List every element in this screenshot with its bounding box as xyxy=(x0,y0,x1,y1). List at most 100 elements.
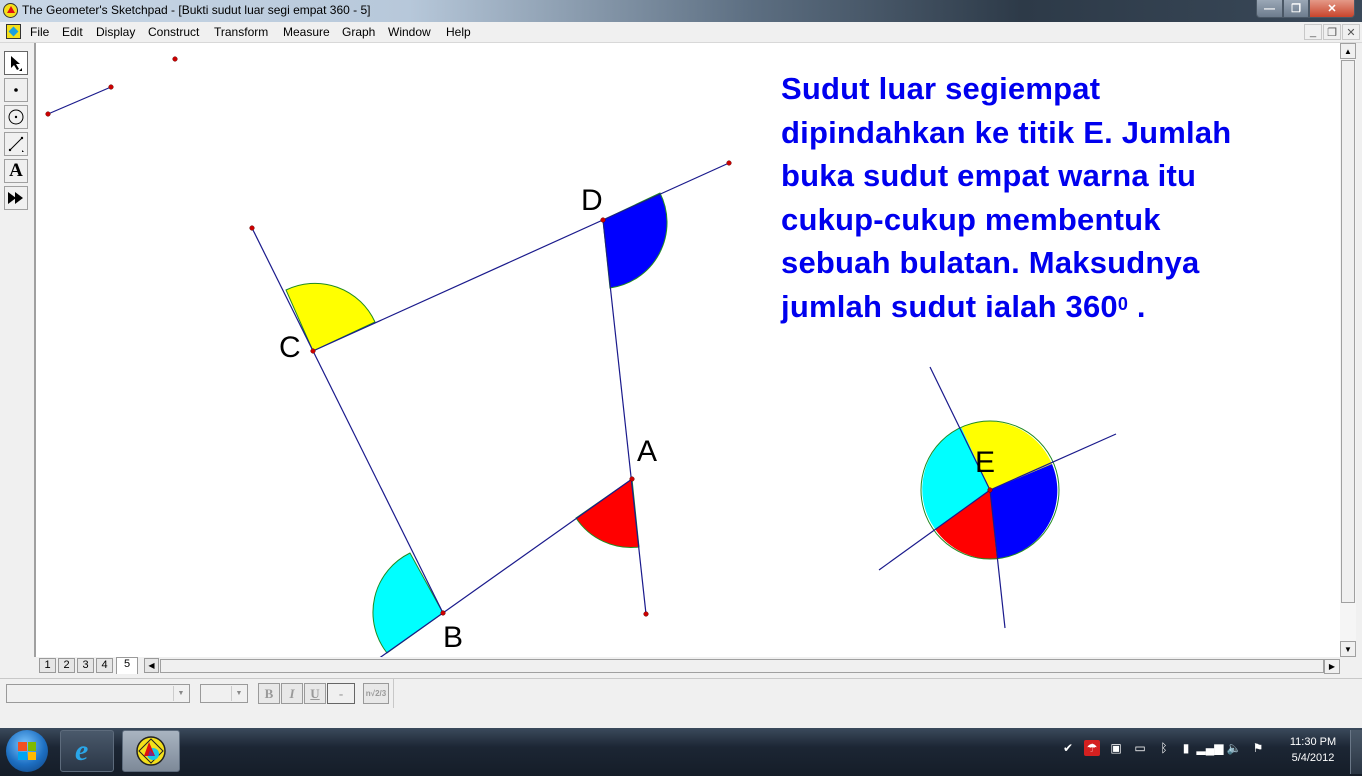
free-point[interactable] xyxy=(108,84,114,90)
straightedge-tool[interactable] xyxy=(4,132,28,156)
underline-button[interactable]: U xyxy=(304,683,326,704)
degree-superscript: 0 xyxy=(1117,293,1129,314)
italic-button[interactable]: I xyxy=(281,683,303,704)
point-d[interactable] xyxy=(600,217,606,223)
page-tab-4[interactable]: 4 xyxy=(96,658,113,673)
compass-tool[interactable] xyxy=(4,105,28,129)
antivirus-icon[interactable]: ☂ xyxy=(1084,740,1100,756)
font-select[interactable]: ▼ xyxy=(6,684,190,703)
custom-tool[interactable] xyxy=(4,186,28,210)
volume-icon[interactable]: 🔈 xyxy=(1226,740,1242,756)
label-d[interactable]: D xyxy=(581,186,603,216)
arrow-up-icon: ▲ xyxy=(1344,46,1352,56)
bold-button[interactable]: B xyxy=(258,683,280,704)
scroll-right-button[interactable]: ▶ xyxy=(1324,659,1340,674)
status-bar xyxy=(0,708,1362,728)
close-icon: ✕ xyxy=(1327,3,1337,15)
horizontal-scrollbar[interactable] xyxy=(160,659,1324,673)
document-icon[interactable] xyxy=(6,24,21,39)
free-point[interactable] xyxy=(172,56,178,62)
text-tool[interactable]: A xyxy=(4,159,28,183)
show-desktop-button[interactable] xyxy=(1350,730,1362,774)
system-clock[interactable]: 11:30 PM 5/4/2012 xyxy=(1283,734,1343,766)
page-tab-1[interactable]: 1 xyxy=(39,658,56,673)
action-center-flag-icon[interactable]: ⚑ xyxy=(1250,740,1266,756)
free-segment[interactable] xyxy=(47,86,112,115)
math-format-button[interactable]: n√2/3 xyxy=(363,683,389,704)
power-icon[interactable]: ▮ xyxy=(1178,740,1194,756)
scroll-left-button[interactable]: ◀ xyxy=(144,658,159,673)
ray-endpoint[interactable] xyxy=(726,160,732,166)
caption-line: Sudut luar segiempat xyxy=(781,71,1101,106)
caption-text[interactable]: Sudut luar segiempat dipindahkan ke titi… xyxy=(781,67,1321,328)
page-tab-2[interactable]: 2 xyxy=(58,658,75,673)
close-icon: ✕ xyxy=(1346,26,1356,39)
menu-edit[interactable]: Edit xyxy=(62,25,83,39)
sketchpad-app-icon[interactable] xyxy=(3,3,18,18)
title-bar: The Geometer's Sketchpad - [Bukti sudut … xyxy=(0,0,1362,22)
bluetooth-icon[interactable]: ᛒ xyxy=(1156,740,1172,756)
menu-help[interactable]: Help xyxy=(446,25,471,39)
minimize-icon: — xyxy=(1264,2,1275,15)
selection-arrow-tool[interactable] xyxy=(4,51,28,75)
label-e[interactable]: E xyxy=(975,448,995,478)
font-size-select[interactable]: ▼ xyxy=(200,684,248,703)
menu-window[interactable]: Window xyxy=(388,25,431,39)
label-b[interactable]: B xyxy=(443,623,463,653)
start-button[interactable] xyxy=(6,730,48,772)
menu-graph[interactable]: Graph xyxy=(342,25,375,39)
arrow-left-icon: ◀ xyxy=(148,661,155,670)
scroll-up-button[interactable]: ▲ xyxy=(1340,43,1356,59)
toolbar-divider xyxy=(393,679,394,709)
windows-logo-icon xyxy=(18,742,36,760)
line-c-b-extended[interactable] xyxy=(251,227,444,614)
touchpad-icon[interactable]: ▭ xyxy=(1132,740,1148,756)
text-a-icon: A xyxy=(9,160,23,181)
menu-file[interactable]: File xyxy=(30,25,49,39)
point-e[interactable] xyxy=(987,487,993,493)
menu-measure[interactable]: Measure xyxy=(283,25,330,39)
fast-forward-icon xyxy=(8,192,23,204)
caption-line: sebuah bulatan. Maksudnya xyxy=(781,245,1200,280)
doc-minimize-button[interactable]: _ xyxy=(1304,24,1322,40)
point-b[interactable] xyxy=(440,610,446,616)
clock-time: 11:30 PM xyxy=(1289,736,1337,748)
point-tool[interactable] xyxy=(4,78,28,102)
ray-endpoint[interactable] xyxy=(643,611,649,617)
doc-restore-button[interactable]: ❐ xyxy=(1323,24,1341,40)
arrow-down-icon: ▼ xyxy=(1344,644,1352,654)
label-c[interactable]: C xyxy=(279,333,301,363)
page-tab-3[interactable]: 3 xyxy=(77,658,94,673)
angle-sector-a[interactable] xyxy=(575,478,640,548)
menu-transform[interactable]: Transform xyxy=(214,25,268,39)
point-c[interactable] xyxy=(310,348,316,354)
network-check-icon[interactable]: ✔ xyxy=(1060,740,1076,756)
restore-icon: ❐ xyxy=(1291,3,1301,15)
internet-explorer-icon: e xyxy=(75,734,89,767)
arrow-icon xyxy=(11,56,22,71)
vertical-scroll-thumb[interactable] xyxy=(1341,60,1355,603)
menu-construct[interactable]: Construct xyxy=(148,25,199,39)
minimize-button[interactable]: — xyxy=(1256,0,1283,18)
point-a[interactable] xyxy=(629,476,635,482)
label-a[interactable]: A xyxy=(637,437,657,467)
taskbar-geometers-sketchpad[interactable] xyxy=(122,730,180,772)
scroll-down-button[interactable]: ▼ xyxy=(1340,641,1356,657)
page-tab-5[interactable]: 5 xyxy=(116,657,138,674)
angle-sector-d[interactable] xyxy=(602,192,668,289)
signal-icon[interactable]: ▂▄▆ xyxy=(1197,740,1224,756)
minimize-icon: _ xyxy=(1309,26,1317,38)
display-icon[interactable]: ▣ xyxy=(1108,740,1124,756)
taskbar-internet-explorer[interactable]: e xyxy=(60,730,114,772)
caption-line: jumlah sudut ialah 360 xyxy=(781,288,1118,324)
close-button[interactable]: ✕ xyxy=(1309,0,1355,18)
doc-close-button[interactable]: ✕ xyxy=(1342,24,1360,40)
line-c-d-extended[interactable] xyxy=(312,162,730,352)
menu-display[interactable]: Display xyxy=(96,25,135,39)
arrow-right-icon: ▶ xyxy=(1328,662,1336,671)
maximize-button[interactable]: ❐ xyxy=(1283,0,1309,18)
text-color-button[interactable]: - xyxy=(327,683,355,704)
ray-endpoint[interactable] xyxy=(249,225,255,231)
free-point[interactable] xyxy=(45,111,51,117)
chevron-down-icon: ▼ xyxy=(231,686,246,701)
